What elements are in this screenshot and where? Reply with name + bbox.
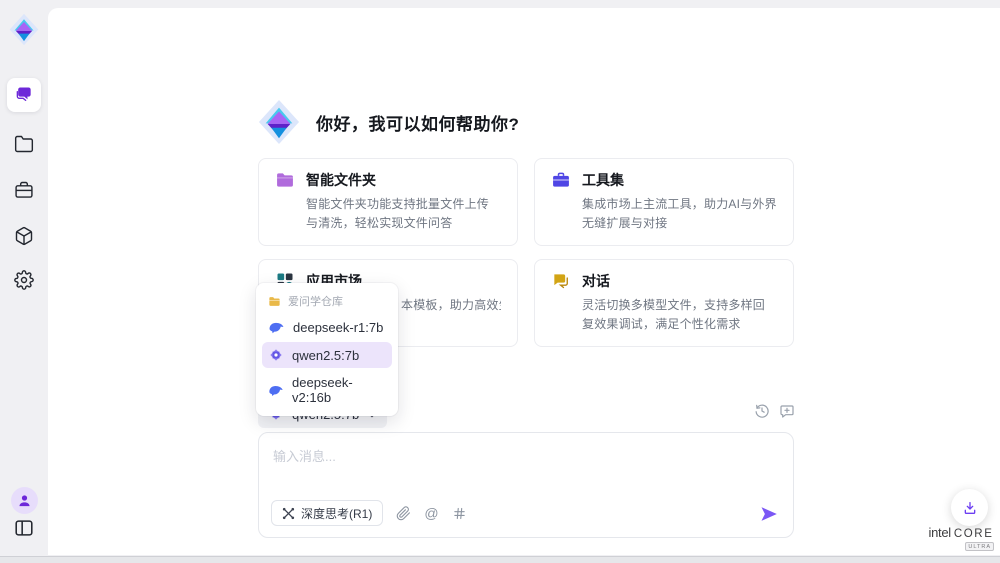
card-description: 集成市场上主流工具，助力AI与外界无缝扩展与对接 bbox=[582, 195, 777, 233]
briefcase-icon bbox=[14, 180, 34, 200]
history-clock-icon bbox=[754, 403, 770, 419]
sidebar-item-models[interactable] bbox=[14, 226, 34, 246]
gear-icon bbox=[14, 270, 34, 290]
sidebar-item-chat[interactable] bbox=[7, 78, 41, 112]
repo-label: 爱问学仓库 bbox=[288, 293, 343, 309]
gold-chat-icon bbox=[551, 271, 571, 291]
conversation-actions bbox=[754, 403, 795, 419]
folder-icon bbox=[14, 134, 34, 154]
deep-think-label: 深度思考(R1) bbox=[301, 505, 372, 522]
app-logo bbox=[9, 13, 39, 46]
card-description: 灵活切换多模型文件，支持多样回复效果调试，满足个性化需求 bbox=[582, 296, 777, 334]
model-option-label: deepseek-r1:7b bbox=[293, 320, 383, 335]
page-title: 你好，我可以如何帮助你? bbox=[316, 110, 519, 135]
model-option-qwen[interactable]: qwen2.5:7b bbox=[262, 342, 392, 368]
model-option-deepseek-r1[interactable]: deepseek-r1:7b bbox=[262, 315, 392, 340]
download-fab[interactable] bbox=[951, 489, 988, 526]
person-icon bbox=[17, 493, 32, 508]
sidebar-item-toolbox[interactable] bbox=[14, 180, 34, 200]
hash-icon bbox=[452, 506, 467, 521]
card-toolset[interactable]: 工具集 集成市场上主流工具，助力AI与外界无缝扩展与对接 bbox=[534, 158, 794, 246]
panel-columns-icon bbox=[13, 517, 35, 539]
greeting-row: 你好，我可以如何帮助你? bbox=[258, 99, 519, 145]
user-avatar[interactable] bbox=[11, 487, 38, 514]
intel-wordmark: intel bbox=[929, 525, 951, 540]
composer: 深度思考(R1) @ bbox=[258, 432, 794, 538]
model-dropdown-header: 爱问学仓库 bbox=[262, 288, 392, 313]
chat-icon bbox=[14, 85, 34, 105]
card-title: 工具集 bbox=[582, 170, 624, 190]
new-chat-button[interactable] bbox=[779, 403, 795, 419]
download-icon bbox=[962, 500, 978, 516]
card-title: 智能文件夹 bbox=[306, 170, 376, 190]
deepseek-whale-icon bbox=[268, 384, 284, 397]
prompt-library-button[interactable] bbox=[452, 506, 467, 521]
indigo-briefcase-icon bbox=[551, 170, 571, 190]
model-option-label: deepseek-v2:16b bbox=[292, 375, 386, 405]
card-description: 智能文件夹功能支持批量文件上传与清洗，轻松实现文件问答 bbox=[306, 195, 501, 233]
app-logo-icon bbox=[9, 13, 39, 46]
model-option-deepseek-v2[interactable]: deepseek-v2:16b bbox=[262, 370, 392, 410]
card-dialogue[interactable]: 对话 灵活切换多模型文件，支持多样回复效果调试，满足个性化需求 bbox=[534, 259, 794, 347]
collapse-panel-button[interactable] bbox=[13, 517, 35, 539]
composer-toolbar: 深度思考(R1) @ bbox=[271, 500, 467, 526]
send-plane-icon bbox=[759, 504, 779, 524]
sidebar-item-folders[interactable] bbox=[14, 134, 34, 154]
send-button[interactable] bbox=[759, 504, 779, 524]
history-button[interactable] bbox=[754, 403, 770, 419]
deep-think-icon bbox=[282, 507, 295, 520]
mention-button[interactable]: @ bbox=[424, 506, 438, 520]
attach-file-button[interactable] bbox=[396, 506, 411, 521]
repo-folder-icon bbox=[268, 295, 281, 308]
purple-folder-icon bbox=[275, 170, 295, 190]
card-title: 对话 bbox=[582, 271, 610, 291]
intel-core-badge: intel core ultra bbox=[926, 525, 996, 551]
deepseek-whale-icon bbox=[268, 321, 285, 334]
chat-plus-icon bbox=[779, 403, 795, 419]
sidebar-item-settings[interactable] bbox=[14, 270, 34, 290]
message-input[interactable] bbox=[261, 435, 761, 493]
model-option-label: qwen2.5:7b bbox=[292, 348, 359, 363]
cube-icon bbox=[14, 226, 34, 246]
deep-think-toggle[interactable]: 深度思考(R1) bbox=[271, 500, 383, 526]
sidebar bbox=[0, 0, 48, 563]
ultra-badge: ultra bbox=[965, 542, 994, 551]
app-logo-icon bbox=[258, 99, 300, 145]
card-smart-folder[interactable]: 智能文件夹 智能文件夹功能支持批量文件上传与清洗，轻松实现文件问答 bbox=[258, 158, 518, 246]
paperclip-icon bbox=[396, 506, 411, 521]
model-dropdown: 爱问学仓库 deepseek-r1:7b qwen2.5:7b deepseek… bbox=[256, 283, 398, 416]
window-bottom-edge bbox=[0, 556, 1000, 563]
qwen-icon bbox=[268, 347, 284, 363]
core-wordmark: core bbox=[954, 528, 994, 540]
